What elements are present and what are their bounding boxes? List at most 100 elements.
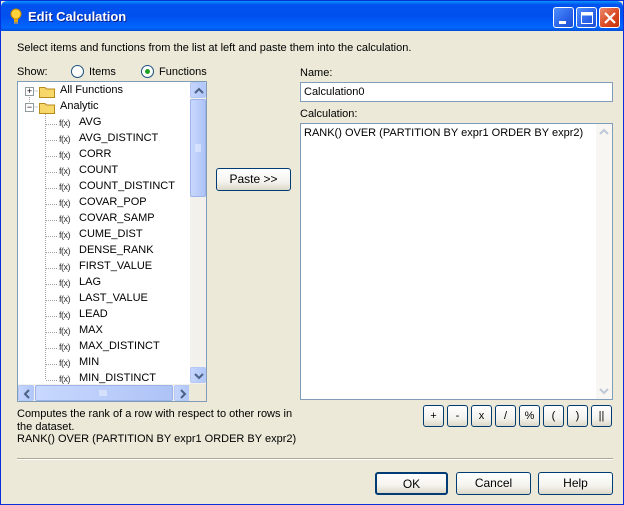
tree-connector [46, 316, 58, 317]
tree-connector [46, 172, 58, 173]
chevron-up-icon [194, 87, 204, 94]
maximize-button[interactable] [576, 7, 597, 28]
scroll-thumb[interactable] [190, 99, 206, 197]
function-icon: f(x) [59, 246, 71, 256]
function-icon: f(x) [59, 198, 71, 208]
cancel-button[interactable]: Cancel [456, 472, 531, 495]
collapse-icon[interactable]: − [25, 103, 34, 112]
function-item[interactable]: f(x) COUNT [23, 164, 173, 180]
name-input[interactable] [300, 82, 613, 102]
function-label: COVAR_SAMP [79, 212, 155, 224]
operator-divide-button[interactable]: / [495, 405, 516, 427]
scrollbar-corner [189, 384, 206, 401]
folder-icon [39, 87, 55, 98]
function-icon: f(x) [59, 166, 71, 176]
instructions-text: Select items and functions from the list… [17, 42, 412, 54]
function-label: CUME_DIST [79, 228, 143, 240]
tree-horizontal-scrollbar[interactable] [18, 384, 190, 401]
tree-connector [46, 284, 58, 285]
name-label: Name: [300, 67, 333, 79]
function-label: LAST_VALUE [79, 292, 148, 304]
operator-close-paren-button[interactable]: ) [567, 405, 588, 427]
hscroll-thumb[interactable] [35, 385, 173, 401]
operator-plus-button[interactable]: + [423, 405, 444, 427]
scroll-up-button[interactable] [190, 82, 206, 98]
function-item[interactable]: f(x) COUNT_DISTINCT [23, 180, 175, 196]
minimize-button[interactable] [553, 7, 574, 28]
radio-functions-label: Functions [159, 66, 207, 78]
operator-open-paren-button[interactable]: ( [543, 405, 564, 427]
function-label: COVAR_POP [79, 196, 147, 208]
function-label: LEAD [79, 308, 108, 320]
tree-connector [46, 236, 58, 237]
operator-concat-button[interactable]: || [591, 405, 612, 427]
chevron-down-icon[interactable] [596, 383, 612, 399]
window-title: Edit Calculation [28, 9, 127, 24]
function-label: COUNT_DISTINCT [79, 180, 175, 192]
grip-icon [99, 390, 107, 396]
folder-open-icon [39, 103, 55, 114]
function-item[interactable]: f(x) COVAR_POP [23, 196, 173, 212]
function-item[interactable]: f(x) MAX_DISTINCT [23, 340, 173, 356]
title-bar[interactable]: Edit Calculation [1, 1, 623, 31]
tree-item-all-functions[interactable]: + All Functions [23, 84, 173, 100]
function-item[interactable]: f(x) FIRST_VALUE [23, 260, 173, 276]
help-button[interactable]: Help [538, 472, 613, 495]
grip-icon [195, 144, 201, 152]
expand-icon[interactable]: + [25, 87, 34, 96]
calculation-text: RANK() OVER (PARTITION BY expr1 ORDER BY… [304, 127, 584, 139]
tree-item-analytic[interactable]: − Analytic [23, 100, 173, 116]
function-icon: f(x) [59, 134, 71, 144]
function-description: Computes the rank of a row with respect … [17, 408, 297, 446]
operator-minus-button[interactable]: - [447, 405, 468, 427]
function-item[interactable]: f(x) AVG_DISTINCT [23, 132, 173, 148]
function-item[interactable]: f(x) COVAR_SAMP [23, 212, 173, 228]
radio-items-label: Items [89, 66, 116, 78]
tree-connector [46, 220, 58, 221]
function-icon: f(x) [59, 326, 71, 336]
function-icon: f(x) [59, 230, 71, 240]
tree-connector [46, 188, 58, 189]
function-icon: f(x) [59, 358, 71, 368]
calculation-scrollbar[interactable] [596, 124, 612, 399]
function-label: LAG [79, 276, 102, 288]
function-item[interactable]: f(x) LAG [23, 276, 173, 292]
function-item[interactable]: f(x) DENSE_RANK [23, 244, 173, 260]
function-item[interactable]: f(x) LEAD [23, 308, 173, 324]
function-label: AVG [79, 116, 102, 128]
radio-button[interactable] [71, 65, 84, 78]
function-item[interactable]: f(x) LAST_VALUE [23, 292, 173, 308]
function-item[interactable]: f(x) AVG [23, 116, 173, 132]
tree-connector [46, 252, 58, 253]
function-icon: f(x) [59, 374, 71, 384]
tree-connector [46, 140, 58, 141]
separator [17, 458, 613, 460]
function-item[interactable]: f(x) CORR [23, 148, 173, 164]
scroll-right-button[interactable] [174, 385, 190, 401]
operator-modulo-button[interactable]: % [519, 405, 540, 427]
tree-vertical-scrollbar[interactable] [189, 82, 206, 384]
close-button[interactable] [599, 7, 620, 28]
function-label: MAX_DISTINCT [79, 340, 160, 352]
calculation-textarea[interactable]: RANK() OVER (PARTITION BY expr1 ORDER BY… [300, 123, 613, 400]
scroll-down-button[interactable] [190, 367, 206, 383]
radio-selected-dot [145, 69, 150, 74]
function-item[interactable]: f(x) MIN [23, 356, 173, 372]
maximize-icon [581, 12, 593, 24]
chevron-up-icon[interactable] [596, 124, 612, 140]
scroll-left-button[interactable] [18, 385, 34, 401]
function-label: MIN_DISTINCT [79, 372, 156, 384]
paste-button[interactable]: Paste >> [216, 168, 291, 191]
description-syntax: RANK() OVER (PARTITION BY expr1 ORDER BY… [17, 433, 297, 445]
function-label: AVG_DISTINCT [79, 132, 159, 144]
function-icon: f(x) [59, 118, 71, 128]
function-item[interactable]: f(x) CUME_DIST [23, 228, 173, 244]
operator-multiply-button[interactable]: x [471, 405, 492, 427]
function-icon: f(x) [59, 342, 71, 352]
edit-calculation-dialog: Edit Calculation Select items and functi… [0, 0, 624, 505]
function-tree[interactable]: + All Functions − Analytic f(x) AVG f(x) AV… [17, 81, 207, 402]
ok-button[interactable]: OK [375, 472, 448, 495]
function-icon: f(x) [59, 278, 71, 288]
radio-button[interactable] [141, 65, 154, 78]
function-item[interactable]: f(x) MAX [23, 324, 173, 340]
